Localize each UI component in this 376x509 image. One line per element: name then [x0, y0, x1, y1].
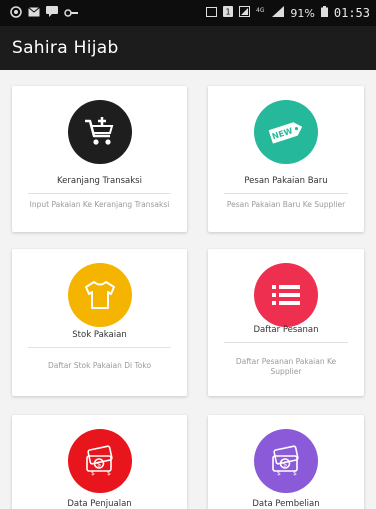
- svg-text:$: $: [91, 470, 95, 477]
- sim-icon: 1: [223, 6, 234, 20]
- svg-text:4G: 4G: [256, 7, 265, 14]
- svg-text:$: $: [96, 461, 100, 469]
- status-right: 1 4G 91% 01:53: [206, 6, 370, 20]
- tshirt-icon: [67, 263, 132, 327]
- card-divider: [224, 342, 348, 343]
- svg-text:1: 1: [226, 8, 231, 17]
- card-divider: [224, 193, 348, 194]
- menu-card-data-pembelian[interactable]: $ $ $ Data Pembelian: [208, 415, 364, 509]
- card-title: Data Penjualan: [67, 499, 132, 509]
- menu-grid: Keranjang Transaksi Input Pakaian Ke Ker…: [0, 70, 376, 509]
- card-divider: [28, 347, 171, 348]
- card-description: Pesan Pakaian Baru Ke Supplier: [226, 200, 346, 209]
- svg-text:$: $: [107, 470, 111, 477]
- cast-icon: [206, 6, 218, 20]
- signal-bars-icon: [272, 6, 285, 20]
- message-icon: [46, 6, 58, 20]
- card-title: Keranjang Transaksi: [57, 176, 142, 186]
- signal-icon: [239, 6, 251, 20]
- svg-text:$: $: [293, 470, 297, 477]
- new-tag-icon: NEW: [254, 100, 318, 164]
- status-bar: 1 4G 91% 01:53: [0, 0, 376, 26]
- money-icon: $ $ $: [67, 429, 132, 493]
- menu-card-data-penjualan[interactable]: $ $ $ Data Penjualan: [12, 415, 187, 509]
- status-left: [10, 5, 78, 21]
- card-title: Data Pembelian: [252, 499, 320, 509]
- card-title: Daftar Pesanan: [253, 325, 319, 335]
- battery-percent: 91%: [290, 6, 315, 20]
- svg-text:$: $: [277, 470, 281, 477]
- menu-card-stok-pakaian[interactable]: Stok Pakaian Daftar Stok Pakaian Di Toko: [12, 249, 187, 396]
- clock: 01:53: [333, 6, 370, 20]
- menu-card-keranjang-transaksi[interactable]: Keranjang Transaksi Input Pakaian Ke Ker…: [12, 86, 187, 232]
- card-title: Pesan Pakaian Baru: [244, 176, 328, 186]
- card-description: Daftar Pesanan Pakaian Ke Supplier: [235, 357, 337, 376]
- cart-add-icon: [67, 100, 132, 164]
- card-description: Input Pakaian Ke Keranjang Transaksi: [29, 200, 170, 209]
- whatsapp-icon: [10, 5, 22, 21]
- app-title: Sahira Hijab: [12, 38, 119, 58]
- card-divider: [28, 193, 171, 194]
- app-bar: Sahira Hijab: [0, 26, 376, 70]
- lte-icon: 4G: [256, 6, 266, 20]
- menu-card-pesan-pakaian-baru[interactable]: NEW Pesan Pakaian Baru Pesan Pakaian Bar…: [208, 86, 364, 232]
- money-icon: $ $ $: [254, 429, 318, 493]
- battery-icon: [320, 6, 328, 20]
- card-title: Stok Pakaian: [72, 330, 127, 340]
- menu-card-daftar-pesanan[interactable]: Daftar Pesanan Daftar Pesanan Pakaian Ke…: [208, 249, 364, 396]
- list-icon: [254, 263, 318, 327]
- key-icon: [64, 7, 78, 20]
- mail-icon: [28, 6, 40, 20]
- card-description: Daftar Stok Pakaian Di Toko: [47, 361, 152, 370]
- svg-text:$: $: [283, 461, 287, 469]
